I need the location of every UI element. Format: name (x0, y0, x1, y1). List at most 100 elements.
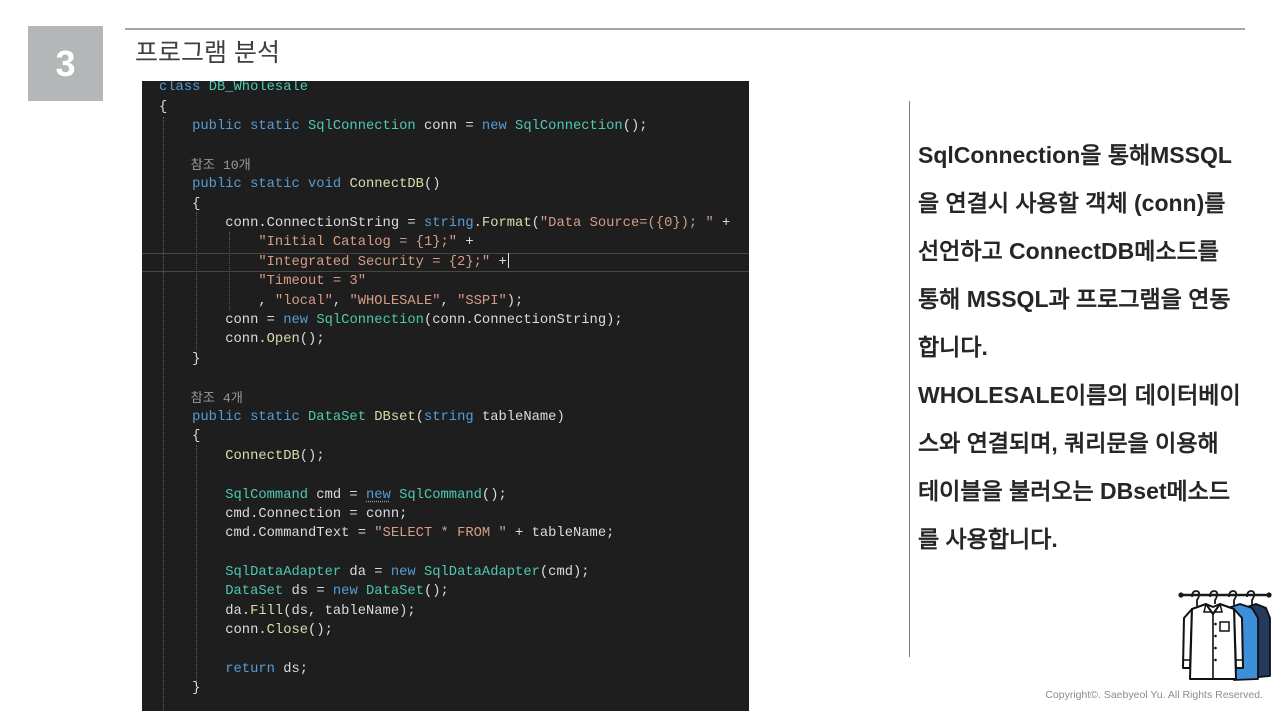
code-token: DataSet (308, 409, 366, 425)
code-token: conn = (159, 313, 284, 328)
code-token: new (366, 487, 391, 503)
code-token: . (473, 216, 482, 232)
code-lines: class DB_Wholesale{ public static SqlCon… (142, 81, 749, 699)
code-token: SqlDataAdapter (159, 565, 342, 581)
code-token: return (159, 662, 284, 678)
code-token: conn. (159, 623, 267, 639)
code-line: DataSet ds = new DataSet(); (142, 582, 749, 601)
description-line: 스와 연결되며, 쿼리문을 이용해 (918, 430, 1219, 456)
code-line: SqlDataAdapter da = new SqlDataAdapter(c… (142, 563, 749, 582)
section-number-badge: 3 (28, 26, 103, 101)
code-token: ( (415, 409, 424, 425)
description-line: 통해 MSSQL과 프로그램을 연동 (918, 286, 1231, 312)
code-token: } (159, 351, 201, 367)
code-token: class (159, 81, 209, 96)
code-line: SqlCommand cmd = new SqlCommand(); (142, 486, 749, 505)
code-line: cmd.Connection = conn; (142, 505, 749, 524)
code-line: , "local", "WHOLESALE", "SSPI"); (142, 292, 749, 311)
header-divider (125, 28, 1245, 30)
copyright-notice: Copyright©. Saebyeol Yu. All Rights Rese… (1045, 689, 1263, 701)
description-text: SqlConnection을 통해MSSQL 을 연결시 사용할 객체 (con… (918, 131, 1272, 563)
code-token: { (159, 99, 168, 115)
code-token: SqlConnection (316, 313, 424, 328)
code-line: } (142, 350, 749, 369)
code-token: { (159, 196, 201, 212)
code-token: (); (299, 332, 325, 348)
code-token: ConnectDB (349, 177, 424, 193)
code-token: ( (531, 216, 540, 232)
code-token: "Initial Catalog = {1};" (159, 235, 458, 251)
code-line: { (142, 195, 749, 214)
code-token: , (332, 293, 350, 309)
code-token: (); (299, 448, 325, 464)
code-token: ds = (283, 584, 333, 600)
code-token: (); (423, 584, 449, 600)
code-line: "Initial Catalog = {1};" + (142, 233, 749, 252)
code-line-current: "Integrated Security = {2};" + (142, 252, 749, 272)
description-line: 를 사용합니다. (918, 526, 1058, 552)
code-line: conn = new SqlConnection(conn.Connection… (142, 311, 749, 330)
code-line: conn.Open(); (142, 330, 749, 349)
text-cursor (507, 252, 509, 268)
code-token: Close (266, 623, 309, 639)
code-token: "SSPI" (457, 293, 507, 309)
section-number: 3 (55, 43, 76, 84)
code-line: "Timeout = 3" (142, 272, 749, 291)
code-token: SqlDataAdapter (423, 565, 540, 581)
code-token: Fill (250, 603, 284, 619)
code-token: conn = (415, 119, 482, 135)
code-token: (); (308, 623, 333, 639)
code-token: + (457, 235, 474, 251)
code-token: DB_Wholesale (208, 81, 309, 96)
code-line: return ds; (142, 660, 749, 679)
slide-title: 프로그램 분석 (135, 39, 280, 67)
code-token: "Integrated Security = {2};" (159, 254, 491, 270)
code-token: cmd.Connection = conn; (159, 506, 408, 522)
description-line: SqlConnection을 통해MSSQL (918, 142, 1232, 168)
code-token: (cmd); (539, 565, 590, 581)
code-line: class DB_Wholesale (142, 81, 749, 98)
code-token: + (490, 254, 507, 270)
code-line: public static DataSet DBset(string table… (142, 408, 749, 427)
description-line: 선언하고 ConnectDB메소드를 (918, 238, 1219, 264)
code-token: tableName) (481, 409, 565, 425)
code-token: (); (622, 119, 648, 135)
code-token: ds; (283, 662, 309, 678)
code-token: new (481, 119, 516, 135)
code-token: public static (159, 409, 309, 425)
code-token: new (283, 313, 317, 328)
code-line: conn.ConnectionString = string.Format("D… (142, 214, 749, 233)
code-token: { (159, 429, 201, 445)
code-token: } (159, 681, 201, 697)
description-line: WHOLESALE이름의 데이터베이 (918, 382, 1241, 408)
code-token: da. (159, 603, 251, 619)
code-token: DataSet (366, 584, 424, 600)
code-token: string (423, 216, 474, 232)
code-screenshot: class DB_Wholesale{ public static SqlCon… (142, 81, 749, 711)
code-token: DataSet (159, 584, 284, 600)
code-line: da.Fill(ds, tableName); (142, 602, 749, 621)
code-token: cmd = (308, 487, 366, 503)
code-token: SqlConnection (308, 119, 416, 135)
code-line: { (142, 98, 749, 117)
code-token: , (159, 293, 275, 309)
code-token: string (423, 409, 482, 425)
clothes-rack-icon (1178, 590, 1272, 681)
code-token: Open (266, 332, 300, 348)
code-token: (ds, tableName); (283, 603, 416, 619)
description-line: 합니다. (918, 334, 988, 360)
code-line: ConnectDB(); (142, 447, 749, 466)
code-line: public static SqlConnection conn = new S… (142, 117, 749, 136)
code-token: "SELECT * FROM " (374, 526, 507, 542)
code-token: () (423, 177, 441, 193)
vertical-divider (909, 101, 910, 657)
code-token: 참조 4개 (159, 390, 243, 406)
code-line: conn.Close(); (142, 621, 749, 640)
code-token: "Data Source=({0}); " (539, 216, 714, 232)
code-token: new (390, 565, 424, 581)
code-token: ConnectDB (159, 448, 300, 464)
description-line: 테이블을 불러오는 DBset메소드 (918, 478, 1231, 504)
